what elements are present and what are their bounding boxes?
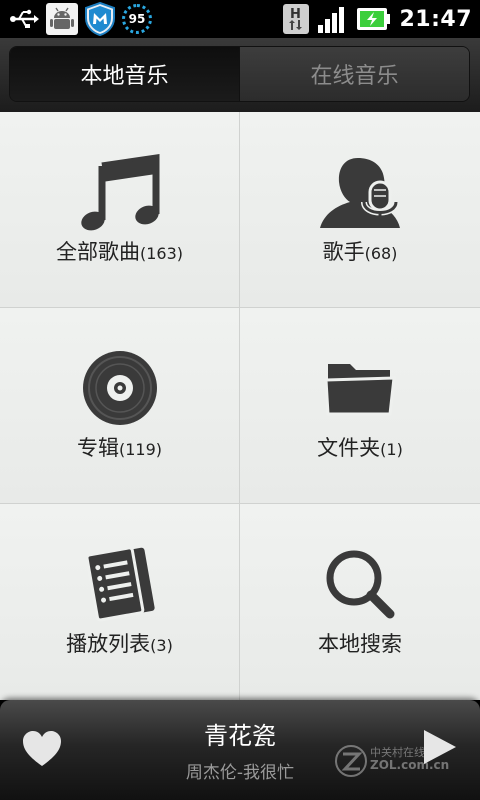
grid-item-label: 本地搜索 — [240, 628, 480, 658]
grid-item-label: 全部歌曲(163) — [0, 236, 239, 266]
grid-item-label: 专辑(119) — [0, 432, 239, 462]
grid-item-playlists[interactable]: 播放列表(3) — [0, 504, 239, 700]
grid-item-title: 专辑 — [76, 436, 119, 460]
status-badge-value: 95 — [128, 12, 146, 26]
zol-logo-icon — [335, 745, 367, 777]
grid-item-albums[interactable]: 专辑(119) — [0, 308, 239, 503]
tab-header: 本地音乐 在线音乐 — [0, 38, 480, 112]
grid-item-count: (119) — [118, 440, 163, 459]
grid-item-count: (68) — [364, 244, 398, 263]
battery-charging-icon — [357, 8, 391, 30]
usb-icon — [10, 9, 39, 28]
status-bar: 95 H 21:47 — [0, 0, 480, 38]
now-playing-bar[interactable]: 青花瓷 周杰伦-我很忙 中关村在线 ZOL.com.cn — [0, 700, 480, 800]
grid-item-label: 文件夹(1) — [240, 432, 480, 462]
tab-bar: 本地音乐 在线音乐 — [9, 46, 470, 102]
library-grid: 全部歌曲(163) 歌手(68) 专辑(119) 文件夹(1) 播放列表(3) … — [0, 112, 480, 700]
grid-item-label: 播放列表(3) — [0, 628, 239, 658]
security-shield-icon — [85, 2, 115, 36]
signal-icon — [318, 7, 345, 33]
grid-item-count: (163) — [139, 244, 184, 263]
grid-item-title: 全部歌曲 — [55, 240, 140, 264]
grid-item-title: 本地搜索 — [318, 632, 402, 656]
play-icon[interactable] — [422, 728, 458, 766]
grid-item-count: (3) — [150, 636, 173, 655]
grid-item-folders[interactable]: 文件夹(1) — [240, 308, 480, 503]
h-data-icon: H — [283, 4, 310, 34]
folder-icon — [324, 364, 396, 416]
android-debug-icon — [46, 3, 78, 35]
status-bar-notifications: 95 — [8, 2, 152, 36]
grid-item-count: (1) — [380, 440, 403, 459]
grid-item-title: 播放列表 — [66, 632, 151, 656]
grid-item-label: 歌手(68) — [240, 236, 480, 266]
grid-item-all-songs[interactable]: 全部歌曲(163) — [0, 112, 239, 307]
tab-local-music[interactable]: 本地音乐 — [10, 47, 239, 101]
network-type-text: H — [290, 7, 301, 22]
status-bar-system: H 21:47 — [283, 3, 472, 35]
playlist-icon — [84, 546, 155, 622]
album-disc-icon — [82, 351, 157, 425]
grid-item-artists[interactable]: 歌手(68) — [240, 112, 480, 307]
tab-online-music[interactable]: 在线音乐 — [239, 47, 469, 101]
status-clock: 21:47 — [399, 6, 472, 32]
singer-icon — [320, 158, 400, 228]
search-icon — [326, 550, 395, 619]
grid-item-title: 歌手 — [322, 240, 365, 264]
status-badge: 95 — [122, 4, 152, 34]
music-note-icon — [80, 153, 159, 231]
grid-item-local-search[interactable]: 本地搜索 — [240, 504, 480, 700]
grid-item-title: 文件夹 — [317, 436, 381, 460]
